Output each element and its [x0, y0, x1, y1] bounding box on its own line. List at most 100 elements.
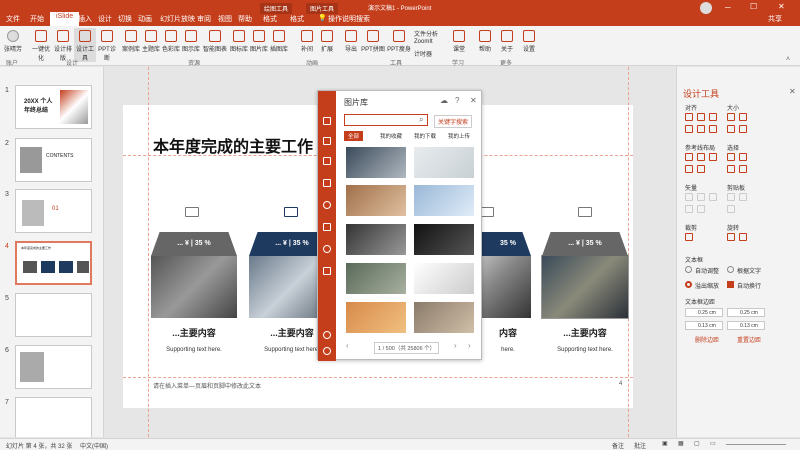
align-right-icon[interactable]	[709, 113, 717, 121]
tab-islide[interactable]: iSlide	[50, 12, 80, 26]
tab-file[interactable]: 文件	[6, 14, 20, 24]
minimize-icon[interactable]: ─	[725, 3, 731, 12]
select-icon[interactable]	[727, 153, 735, 161]
tab-my-favorites[interactable]: 我的收藏	[380, 132, 402, 140]
ppt-puzzle-button[interactable]: PPT拼图	[360, 28, 386, 53]
content-card-1[interactable]: ... ¥ | 35 % ...主要内容 Supporting text her…	[151, 232, 237, 353]
image-library-button[interactable]: 图片库	[248, 28, 270, 53]
notes-button[interactable]: 备注	[612, 441, 624, 450]
tab-transitions[interactable]: 切换	[118, 14, 132, 24]
tab-review[interactable]: 审阅	[197, 14, 211, 24]
align-center-icon[interactable]	[697, 113, 705, 121]
cloud-icon[interactable]: ☁	[440, 96, 448, 105]
same-size-icon[interactable]	[727, 125, 735, 133]
help-icon[interactable]: ?	[455, 96, 459, 105]
select-icon[interactable]	[739, 153, 747, 161]
close-icon[interactable]: ✕	[470, 96, 477, 105]
autowrap-checkbox[interactable]	[727, 281, 734, 288]
collapse-ribbon-icon[interactable]: ˄	[786, 56, 790, 63]
image-tile[interactable]	[346, 147, 406, 178]
rotate-icon[interactable]	[727, 233, 735, 241]
maximize-icon[interactable]: ☐	[750, 2, 757, 11]
image-tile[interactable]	[414, 263, 474, 294]
tab-slideshow[interactable]: 幻灯片放映	[160, 14, 195, 24]
guide-line[interactable]	[148, 67, 149, 437]
overflow-radio[interactable]	[685, 281, 692, 288]
theme-library-button[interactable]: 主题库	[140, 28, 162, 53]
margin-bottom-input[interactable]: 0.13 cm	[727, 321, 765, 330]
next-page-icon[interactable]: ›	[454, 341, 457, 350]
settings-button[interactable]: 设置	[518, 28, 540, 53]
last-page-icon[interactable]: ›	[468, 341, 471, 350]
tell-me-search[interactable]: 操作说明搜索	[328, 14, 370, 24]
fit-text-radio[interactable]	[727, 266, 734, 273]
card-image-selected[interactable]	[541, 255, 629, 319]
margin-top-input[interactable]: 0.13 cm	[685, 321, 723, 330]
image-tile[interactable]	[414, 185, 474, 216]
guide-line[interactable]	[123, 377, 633, 378]
diagram-library-button[interactable]: 图示库	[180, 28, 202, 53]
file-analysis-button[interactable]: 文件分析	[414, 29, 438, 38]
flask-icon[interactable]	[323, 223, 331, 231]
picture-icon[interactable]	[323, 267, 331, 275]
account-button[interactable]: 张晴芳	[2, 28, 24, 53]
guide-icon[interactable]	[685, 153, 693, 161]
grid-icon[interactable]	[323, 157, 331, 165]
layout-icon[interactable]	[323, 137, 331, 145]
vector-icon[interactable]	[685, 193, 693, 201]
image-tile[interactable]	[346, 224, 406, 255]
guide-line[interactable]	[628, 67, 629, 437]
language-status[interactable]: 中文(中国)	[80, 441, 108, 450]
tab-my-uploads[interactable]: 我的上传	[448, 132, 470, 140]
close-icon[interactable]: ✕	[778, 2, 785, 11]
image-tile[interactable]	[414, 147, 474, 178]
slideshow-icon[interactable]: ▭	[710, 440, 716, 447]
select-icon[interactable]	[739, 165, 747, 173]
guide-icon[interactable]	[685, 165, 693, 173]
copy-icon[interactable]	[727, 193, 735, 201]
size-swap-icon[interactable]	[739, 125, 747, 133]
comments-button[interactable]: 批注	[634, 441, 646, 450]
tab-format-drawing[interactable]: 格式	[263, 14, 277, 24]
extend-button[interactable]: 扩展	[316, 28, 338, 53]
smile-icon[interactable]	[323, 245, 331, 253]
search-input[interactable]	[344, 114, 428, 126]
align-top-icon[interactable]	[685, 125, 693, 133]
same-width-icon[interactable]	[727, 113, 735, 121]
ppt-slim-button[interactable]: PPT瘦身	[386, 28, 412, 53]
classroom-button[interactable]: 课堂	[448, 28, 470, 53]
paste-icon[interactable]	[727, 205, 735, 213]
color-library-button[interactable]: 色彩库	[160, 28, 182, 53]
thumbnail-slide-5[interactable]	[15, 293, 92, 337]
favorites-icon[interactable]	[323, 117, 331, 125]
align-middle-icon[interactable]	[697, 125, 705, 133]
smart-chart-button[interactable]: 智能图表	[202, 28, 228, 53]
select-icon[interactable]	[727, 165, 735, 173]
ppt-diagnose-button[interactable]: PPT诊断	[96, 28, 118, 62]
reset-margins-button[interactable]: 重置边距	[737, 335, 761, 344]
image-tile[interactable]	[346, 302, 406, 333]
vector-icon[interactable]	[697, 205, 705, 213]
image-tile[interactable]	[346, 185, 406, 216]
autofit-radio[interactable]	[685, 266, 692, 273]
align-bottom-icon[interactable]	[709, 125, 717, 133]
tab-view[interactable]: 视图	[218, 14, 232, 24]
pie-chart-icon[interactable]	[323, 201, 331, 209]
normal-view-icon[interactable]: ▣	[662, 440, 668, 447]
content-card-4[interactable]: ... ¥ | 35 % ...主要内容 Supporting text her…	[541, 232, 629, 353]
image-tile[interactable]	[414, 224, 474, 255]
thumbnail-slide-6[interactable]	[15, 345, 92, 389]
case-library-button[interactable]: 案例库	[120, 28, 142, 53]
power-icon[interactable]	[323, 347, 331, 355]
slide-footer[interactable]: 请在插入菜单—页眉和页脚中修改此文本	[153, 381, 261, 390]
card-image[interactable]	[151, 256, 237, 318]
slide-sorter-icon[interactable]: ▦	[678, 440, 684, 447]
zoom-slider[interactable]	[726, 444, 786, 445]
margin-right-input[interactable]: 0.25 cm	[727, 308, 765, 317]
tween-button[interactable]: 补间	[296, 28, 318, 53]
avatar[interactable]	[700, 2, 712, 14]
align-left-icon[interactable]	[685, 113, 693, 121]
thumbnail-slide-4[interactable]: 本年度完成的主要工作	[15, 241, 92, 285]
share-button[interactable]: 共享	[768, 14, 782, 24]
about-button[interactable]: 关于	[496, 28, 518, 53]
